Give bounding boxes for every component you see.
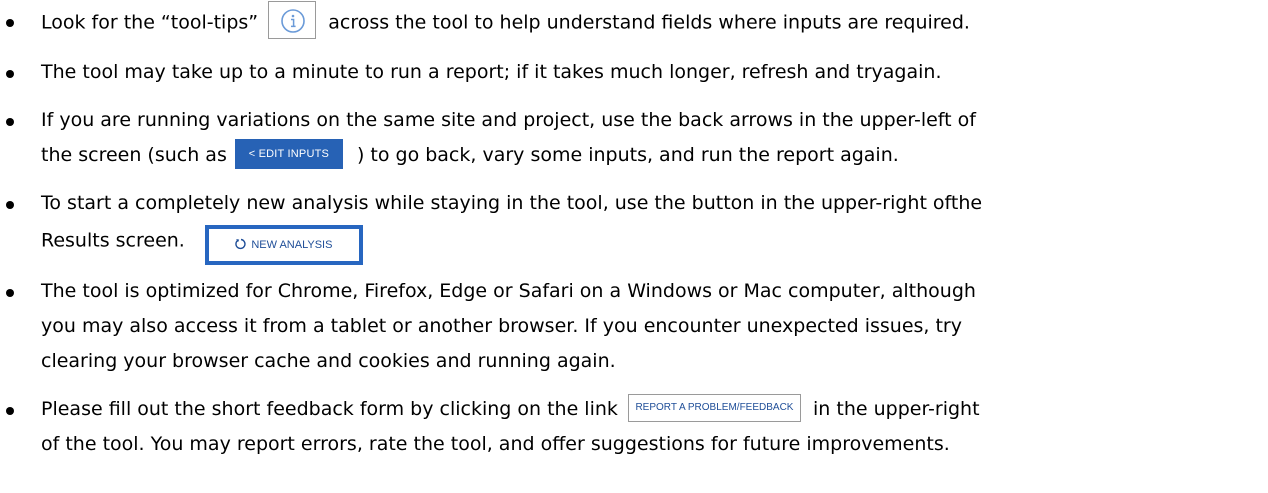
- bullet-line: the screen (such as < EDIT INPUTS ) to g…: [41, 138, 1268, 173]
- list-item: The tool may take up to a minute to run …: [0, 55, 1268, 90]
- list-item: Please fill out the short feedback form …: [0, 392, 1268, 462]
- bullet-text: Results screen.: [41, 229, 185, 252]
- refresh-icon: [235, 238, 246, 250]
- bullet-dot: [6, 70, 14, 78]
- bullet-dot: [6, 289, 14, 297]
- bullet-text: across the tool to help understand field…: [328, 11, 970, 34]
- edit-inputs-button[interactable]: < EDIT INPUTS: [234, 138, 343, 169]
- bullet-dot: [6, 19, 14, 27]
- list-item: Look for the “tool-tips” across the tool…: [0, 1, 1268, 42]
- instructions-page: Look for the “tool-tips” across the tool…: [0, 0, 1268, 493]
- bullet-dot: [6, 201, 14, 209]
- bullet-line: Results screen. NEW ANALYSIS: [41, 221, 1268, 265]
- info-icon: [281, 9, 305, 33]
- list-item: If you are running variations on the sam…: [0, 103, 1268, 173]
- bullet-dot: [6, 407, 14, 415]
- bullet-text: To start a completely new analysis while…: [41, 192, 983, 214]
- bullet-text: ) to go back, vary some inputs, and run …: [356, 144, 899, 166]
- bullet-text: Look for the “tool-tips”: [41, 11, 259, 34]
- new-analysis-label: NEW ANALYSIS: [251, 239, 333, 251]
- bullet-text: The tool is optimized for Chrome, Firefo…: [41, 280, 976, 302]
- bullet-text: of the tool. You may report errors, rate…: [41, 433, 950, 455]
- bullet-text: in the upper-right: [813, 398, 980, 420]
- list-item: The tool is optimized for Chrome, Firefo…: [0, 274, 1268, 379]
- tips-list: Look for the “tool-tips” across the tool…: [0, 1, 1268, 462]
- list-item: To start a completely new analysis while…: [0, 186, 1268, 265]
- bullet-line: Look for the “tool-tips” across the tool…: [41, 1, 1268, 42]
- bullet-line: Please fill out the short feedback form …: [41, 392, 1268, 427]
- bullet-text: The tool may take up to a minute to run …: [41, 61, 942, 83]
- new-analysis-button[interactable]: NEW ANALYSIS: [204, 225, 363, 265]
- bullet-text: clearing your browser cache and cookies …: [41, 350, 616, 372]
- bullet-text: the screen (such as: [41, 144, 227, 166]
- report-problem-button[interactable]: REPORT A PROBLEM/FEEDBACK: [627, 393, 801, 422]
- tooltip-example[interactable]: [268, 1, 317, 39]
- bullet-text: If you are running variations on the sam…: [41, 109, 976, 131]
- bullet-text: Please fill out the short feedback form …: [41, 398, 618, 420]
- bullet-dot: [6, 118, 14, 126]
- bullet-text: you may also access it from a tablet or …: [41, 315, 962, 337]
